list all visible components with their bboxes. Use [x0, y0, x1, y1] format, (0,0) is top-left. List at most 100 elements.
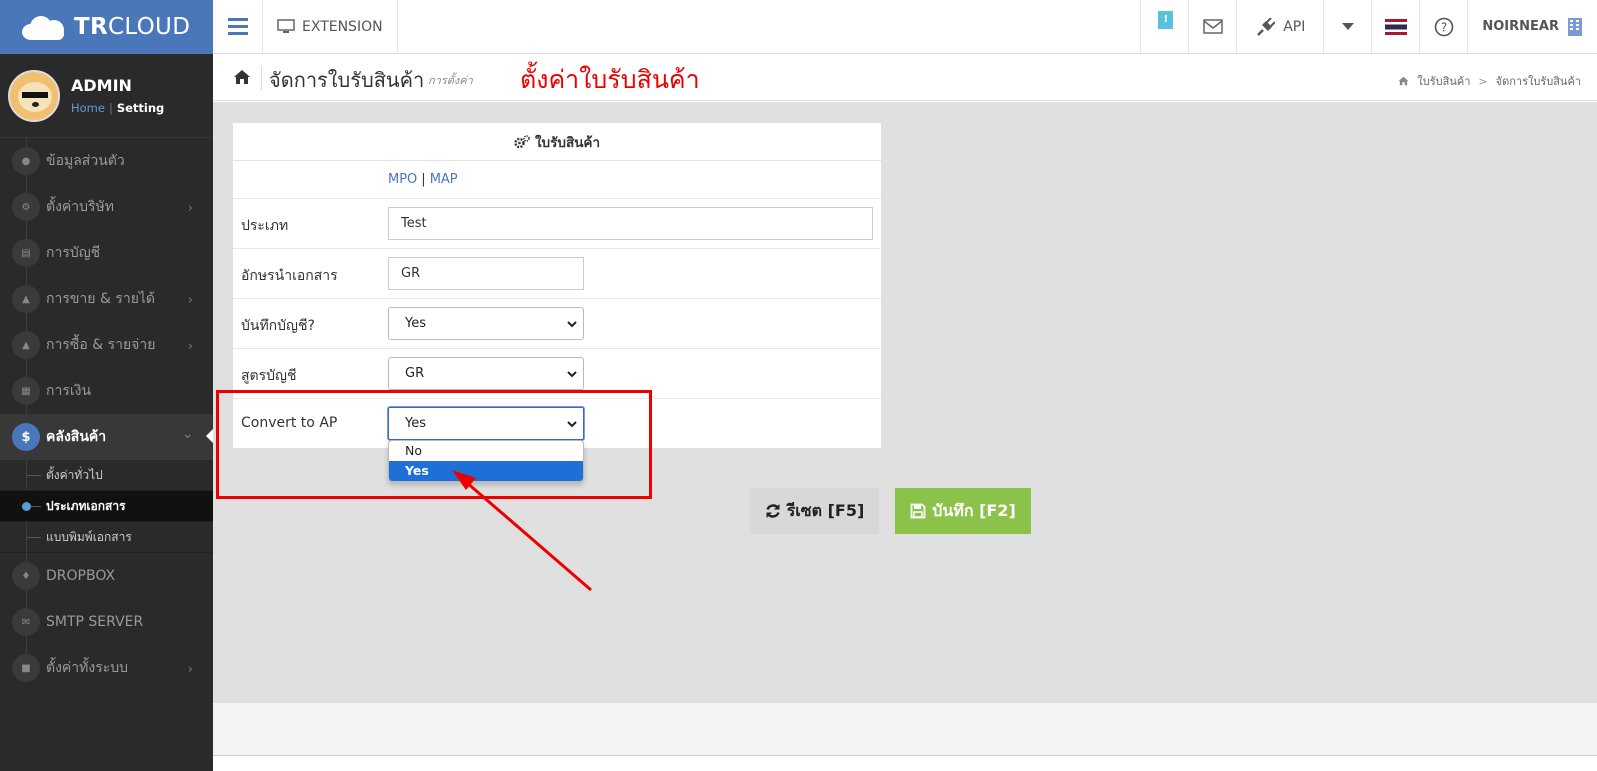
breadcrumb: ใบรับสินค้า > จัดการใบรับสินค้า [1398, 72, 1581, 90]
chevron-right-icon: › [187, 293, 193, 308]
page-header: จัดการใบรับสินค้า การตั้งค่า ตั้งค่าใบรั… [213, 54, 1597, 101]
dropdown-button[interactable] [1324, 0, 1373, 53]
map-link[interactable]: MAP [430, 172, 458, 187]
api-label: API [1283, 18, 1306, 35]
svg-text:?: ? [1441, 20, 1447, 34]
book-icon: ▤ [12, 239, 40, 267]
sidebar-item-accounting[interactable]: ▤ การบัญชี [0, 230, 213, 276]
help-icon: ? [1434, 17, 1454, 36]
sidebar-item-purchase[interactable]: ▲ การซื้อ & รายจ่าย › [0, 322, 213, 368]
mail-icon [1202, 19, 1223, 34]
form-row-prefix: อักษรนำเอกสาร GR [233, 249, 881, 299]
sidebar: ADMIN Home | Setting ● ข้อมูลส่วนตัว ⚙ ตั้งค… [0, 54, 213, 771]
sidebar-item-warehouse[interactable]: $ คลังสินค้า ⌄ [0, 414, 213, 460]
mpo-link[interactable]: MPO [388, 172, 417, 187]
envelope-icon: ✉ [12, 608, 40, 636]
prefix-input[interactable]: GR [388, 257, 584, 290]
brand-logo[interactable]: TRCLOUD [0, 0, 213, 54]
chevron-down-icon: ⌄ [182, 427, 193, 442]
field-label: อักษรนำเอกสาร [241, 268, 338, 284]
language-button[interactable] [1372, 0, 1421, 53]
save-button[interactable]: บันทึก [F2] [895, 488, 1031, 534]
sidebar-item-sales[interactable]: ▲ การขาย & รายได้ › [0, 276, 213, 322]
brand-bold: TR [74, 14, 108, 40]
user-icon: ● [12, 147, 40, 175]
option-yes[interactable]: Yes [389, 461, 583, 481]
calendar-icon: ▦ [12, 377, 40, 405]
gears-icon [514, 134, 530, 148]
floppy-icon [910, 503, 926, 519]
notification-badge: ! [1158, 11, 1174, 29]
cart-icon: ▲ [12, 285, 40, 313]
help-button[interactable]: ? [1420, 0, 1469, 53]
brand-light: CLOUD [108, 14, 191, 40]
refresh-icon [766, 504, 780, 518]
app-page: TRCLOUD EXTENSION ! API ? NOIRNEAR ADMIN… [0, 0, 1597, 771]
type-input[interactable]: Test [388, 207, 873, 240]
form-row-record-accounting: บันทึกบัญชี? Yes [233, 299, 881, 349]
dollar-icon: $ [12, 423, 40, 451]
sidebar-nav: ● ข้อมูลส่วนตัว ⚙ ตั้งค่าบริษัท › ▤ การบัญชี… [0, 138, 213, 691]
gear-icon: ⚙ [12, 193, 40, 221]
settings-card: ใบรับสินค้า MPO | MAP ประเภท Test อักษรนำเ… [233, 123, 881, 448]
notification-button[interactable]: ! [1141, 0, 1190, 53]
setting-link[interactable]: Setting [117, 101, 164, 115]
sidebar-item-dropbox[interactable]: ♦ DROPBOX [0, 553, 213, 599]
breadcrumb-item[interactable]: ใบรับสินค้า [1417, 72, 1470, 90]
sidebar-subitem-print-form[interactable]: แบบพิมพ์เอกสาร [0, 522, 213, 553]
building-icon [1568, 17, 1582, 36]
profile-panel: ADMIN Home | Setting [0, 54, 213, 138]
page-title: จัดการใบรับสินค้า [269, 68, 425, 92]
menu-toggle-button[interactable] [213, 0, 263, 53]
sidebar-item-company[interactable]: ⚙ ตั้งค่าบริษัท › [0, 184, 213, 230]
account-formula-select[interactable]: GR [388, 357, 584, 390]
api-button[interactable]: API [1237, 0, 1325, 53]
plug-icon [1257, 17, 1276, 36]
form-row-type: ประเภท Test [233, 199, 881, 249]
hamburger-icon [227, 18, 248, 35]
field-label: Convert to AP [241, 415, 338, 431]
current-indicator [22, 502, 31, 511]
card-heading: ใบรับสินค้า [233, 123, 881, 161]
convert-to-ap-options: No Yes [388, 440, 584, 482]
footer-area [213, 703, 1597, 756]
sidebar-subitem-doc-type[interactable]: ประเภทเอกสาร [0, 491, 213, 522]
thai-flag-icon [1384, 18, 1407, 35]
extension-button[interactable]: EXTENSION [263, 0, 398, 53]
page-subtitle: การตั้งค่า [428, 74, 473, 87]
field-label: ประเภท [241, 218, 289, 234]
reset-button[interactable]: รีเซต [F5] [750, 488, 879, 534]
chevron-right-icon: › [187, 339, 193, 354]
sidebar-item-smtp[interactable]: ✉ SMTP SERVER [0, 599, 213, 645]
home-icon [1399, 76, 1409, 86]
chevron-down-icon [567, 371, 577, 378]
sidebar-subitem-general[interactable]: ตั้งค่าทั่วไป [0, 460, 213, 491]
cart-icon: ▲ [12, 331, 40, 359]
home-link[interactable]: Home [71, 101, 105, 115]
sidebar-item-personal[interactable]: ● ข้อมูลส่วนตัว [0, 138, 213, 184]
annotation-title: ตั้งค่าใบรับสินค้า [520, 65, 700, 94]
chevron-down-icon [567, 321, 577, 328]
chevron-right-icon: › [187, 201, 193, 216]
profile-name: ADMIN [71, 76, 132, 95]
main-content: ใบรับสินค้า MPO | MAP ประเภท Test อักษรนำเ… [213, 102, 1597, 703]
sidebar-item-finance[interactable]: ▦ การเงิน [0, 368, 213, 414]
lock-icon: ■ [12, 654, 40, 682]
links-row: MPO | MAP [233, 161, 881, 199]
user-menu[interactable]: NOIRNEAR [1468, 0, 1597, 53]
option-no[interactable]: No [389, 441, 583, 461]
monitor-icon [277, 19, 295, 33]
chevron-right-icon: › [187, 662, 193, 677]
convert-to-ap-select[interactable]: Yes [388, 407, 584, 440]
home-icon[interactable] [233, 69, 251, 85]
dropbox-icon: ♦ [12, 562, 40, 590]
cloud-icon [22, 14, 68, 40]
user-label: NOIRNEAR [1482, 19, 1559, 34]
breadcrumb-item: จัดการใบรับสินค้า [1495, 75, 1581, 88]
chevron-down-icon [567, 421, 577, 428]
field-label: สูตรบัญชี [241, 368, 297, 384]
sidebar-item-system[interactable]: ■ ตั้งค่าทั้งระบบ › [0, 645, 213, 691]
record-accounting-select[interactable]: Yes [388, 307, 584, 340]
avatar[interactable] [8, 69, 60, 122]
mail-button[interactable] [1189, 0, 1238, 53]
